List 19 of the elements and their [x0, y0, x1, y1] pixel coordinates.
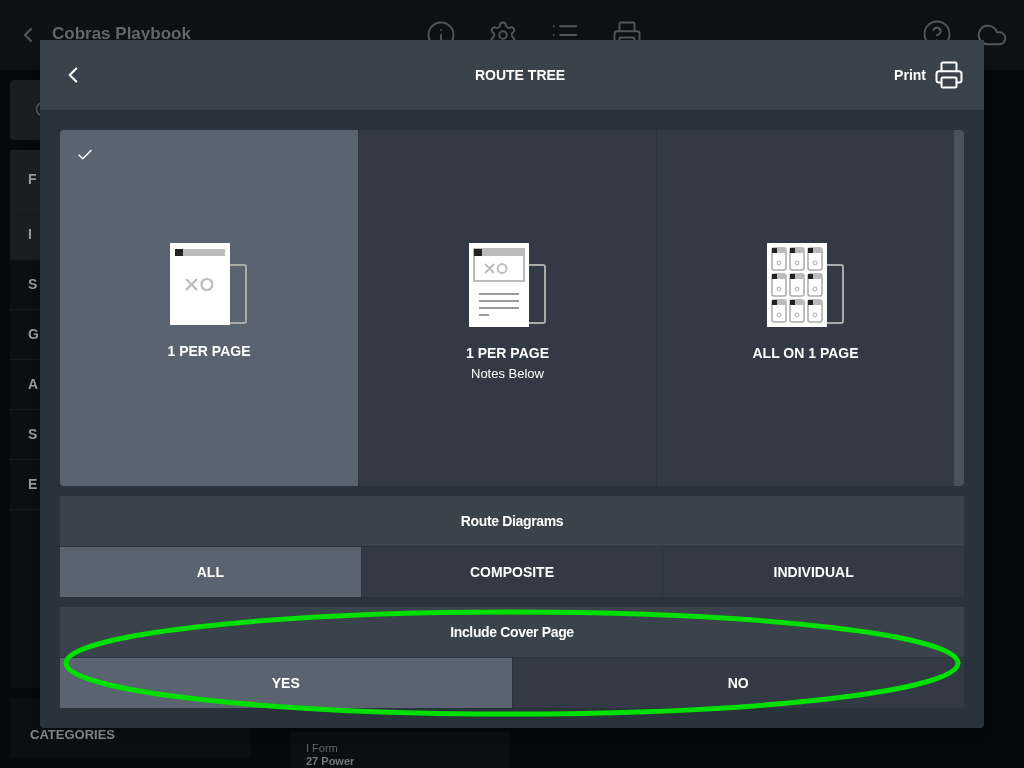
section-title: Include Cover Page — [60, 607, 964, 657]
option-button[interactable]: COMPOSITE — [360, 547, 663, 597]
layout-option[interactable]: 1 PER PAGE — [60, 130, 358, 486]
option-button[interactable]: INDIVIDUAL — [662, 547, 964, 597]
option-button[interactable]: NO — [511, 658, 964, 708]
play-name: 27 Power — [306, 755, 356, 768]
sidebar-header: F — [28, 170, 37, 189]
app-title: Cobras Playbook — [52, 23, 191, 46]
page-with-notes-icon — [468, 243, 547, 327]
grid-pages-icon — [766, 243, 845, 327]
play-formation: I Form — [306, 742, 339, 755]
single-page-icon — [170, 243, 248, 325]
print-button[interactable]: Print — [894, 60, 964, 90]
option-button[interactable]: ALL — [60, 547, 361, 597]
option-button[interactable]: YES — [60, 658, 512, 708]
printer-icon — [934, 60, 964, 90]
section-title: Route Diagrams — [60, 496, 964, 546]
dialog-title: ROUTE TREE — [473, 65, 567, 85]
scrollbar[interactable] — [954, 130, 964, 486]
